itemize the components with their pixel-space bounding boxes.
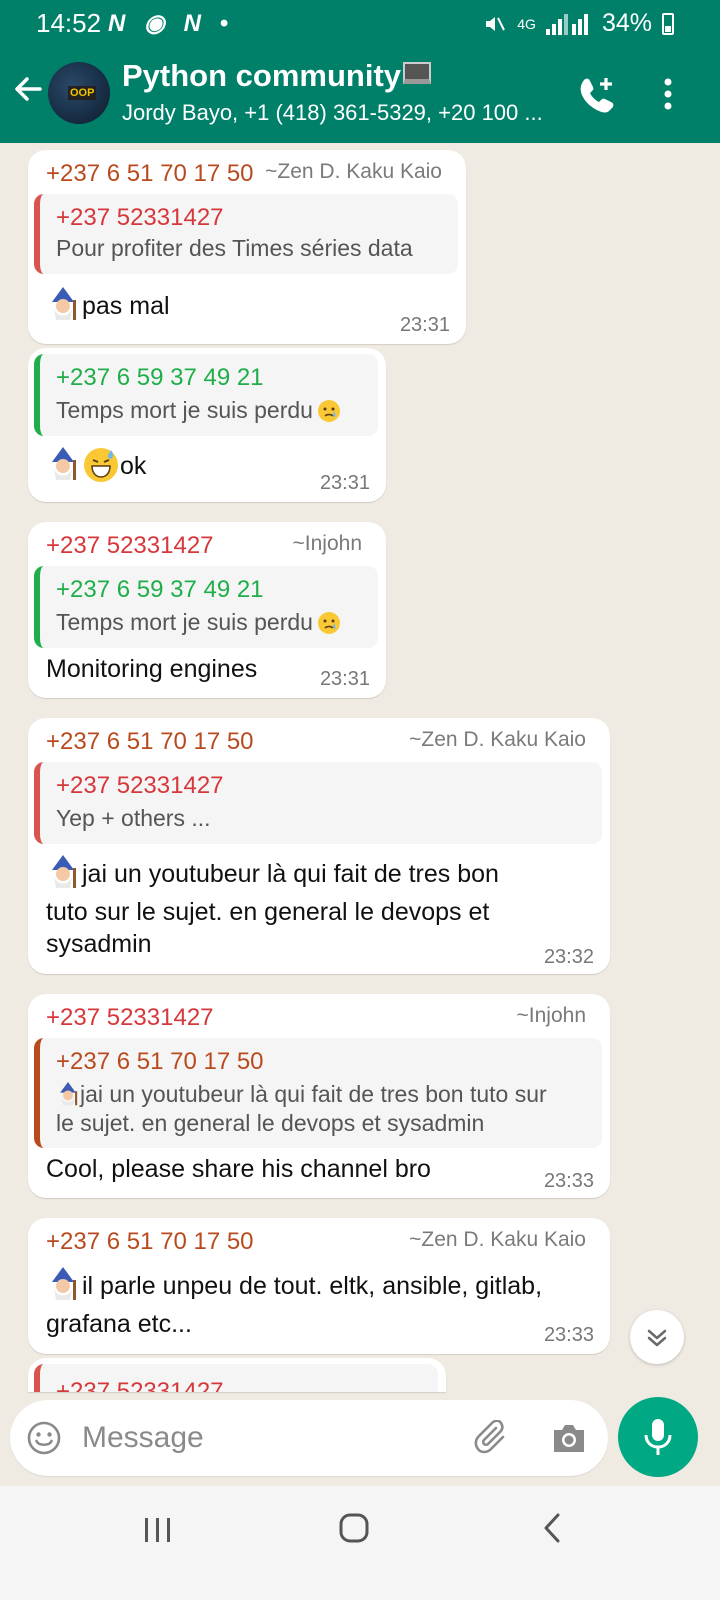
message-time: 23:33: [543, 1324, 594, 1346]
status-bar: 14:52 N ◉ N • 4G 34%: [0, 0, 720, 46]
quoted-message[interactable]: +237 52331427: [34, 1364, 438, 1392]
sender-name[interactable]: +237 6 51 70 17 50: [46, 160, 254, 188]
crying-face-icon: [317, 612, 340, 634]
quoted-message[interactable]: +237 6 59 37 49 21 Temps mort je suis pe…: [34, 354, 378, 436]
chat-header: 14:52 N ◉ N • 4G 34% OOP Python communit…: [0, 0, 720, 143]
quoted-text: Temps mort je suis perdu: [56, 396, 341, 425]
attach-icon[interactable]: [474, 1420, 512, 1458]
message-text: jai un youtubeur là qui fait de tres bon…: [46, 854, 499, 963]
emoji-icon[interactable]: [26, 1420, 62, 1456]
network-type: 4G: [517, 15, 536, 32]
quoted-text: jai un youtubeur là qui fait de tres bon…: [56, 1080, 547, 1138]
home-icon[interactable]: [336, 1510, 372, 1546]
message-bubble[interactable]: +237 6 59 37 49 21 Temps mort je suis pe…: [28, 348, 386, 502]
message-bubble[interactable]: +237 6 51 70 17 50 ~Zen D. Kaku Kaio +23…: [28, 718, 610, 974]
quoted-sender: +237 6 59 37 49 21: [56, 364, 264, 391]
quoted-sender: +237 52331427: [56, 772, 224, 799]
message-time: 23:31: [319, 668, 370, 690]
recent-apps-icon[interactable]: [140, 1514, 176, 1548]
message-time: 23:32: [543, 946, 594, 968]
message-composer: Message: [10, 1400, 608, 1476]
message-text: pas mal: [46, 286, 170, 325]
message-body-line1: jai un youtubeur là qui fait de tres bon: [82, 860, 499, 888]
wizard-emoji-icon: [46, 446, 80, 482]
sender-name[interactable]: +237 6 51 70 17 50: [46, 728, 254, 756]
message-bubble[interactable]: +237 52331427 ~Injohn +237 6 59 37 49 21…: [28, 522, 386, 698]
message-text: ok: [46, 446, 146, 485]
voice-message-button[interactable]: [618, 1397, 698, 1477]
avatar-label: OOP: [68, 86, 97, 100]
message-bubble[interactable]: +237 52331427: [28, 1358, 446, 1392]
signal-icon: [545, 13, 588, 35]
notification-icons: N ◉ N •: [108, 10, 235, 37]
sender-name[interactable]: +237 52331427: [46, 532, 214, 560]
quoted-sender: +237 52331427: [56, 1378, 224, 1392]
quoted-text-body: Temps mort je suis perdu: [56, 609, 313, 635]
group-title[interactable]: Python community: [122, 58, 432, 94]
sender-alias: ~Injohn: [516, 1004, 586, 1027]
message-body: pas mal: [82, 292, 170, 320]
mute-icon: [486, 16, 506, 31]
camera-icon[interactable]: [550, 1420, 588, 1456]
microphone-icon: [644, 1419, 672, 1455]
quoted-message[interactable]: +237 52331427 Yep + others ...: [34, 762, 602, 844]
grinning-sweat-icon: [84, 448, 118, 482]
quoted-sender: +237 6 51 70 17 50: [56, 1048, 264, 1075]
status-time: 14:52: [36, 8, 102, 38]
double-chevron-down-icon: [647, 1329, 667, 1347]
message-body-line1: il parle unpeu de tout. eltk, ansible, g…: [82, 1272, 543, 1300]
sender-alias: ~Zen D. Kaku Kaio: [409, 728, 586, 751]
message-text: Monitoring engines: [46, 655, 258, 683]
message-text: il parle unpeu de tout. eltk, ansible, g…: [46, 1266, 542, 1343]
group-avatar[interactable]: OOP: [48, 62, 110, 124]
nav-back-icon[interactable]: [538, 1510, 566, 1546]
scroll-to-bottom-button[interactable]: [630, 1310, 684, 1364]
wizard-emoji-icon: [60, 1082, 78, 1106]
message-time: 23:33: [543, 1170, 594, 1192]
quoted-text-body: Temps mort je suis perdu: [56, 397, 313, 423]
battery-percent: 34%: [601, 9, 652, 37]
status-right: 4G 34%: [483, 9, 674, 38]
quoted-sender: +237 52331427: [56, 204, 224, 231]
quoted-text: Temps mort je suis perdu: [56, 608, 341, 637]
message-bubble[interactable]: +237 6 51 70 17 50 ~Zen D. Kaku Kaio +23…: [28, 150, 466, 344]
system-nav-bar: [0, 1486, 720, 1600]
message-text: Cool, please share his channel bro: [46, 1155, 431, 1183]
message-body-line2: grafana etc...: [46, 1310, 192, 1338]
group-title-text: Python community: [122, 58, 402, 93]
quoted-text: Pour profiter des Times séries data: [56, 235, 413, 261]
sender-alias: ~Zen D. Kaku Kaio: [409, 1228, 586, 1251]
message-line: il parle unpeu de tout. eltk, ansible, g…: [46, 1266, 542, 1305]
wizard-emoji-icon: [46, 854, 80, 890]
message-line: jai un youtubeur là qui fait de tres bon: [46, 854, 499, 893]
quoted-text-line2: le sujet. en general le devops et sysadm…: [56, 1110, 485, 1136]
group-members[interactable]: Jordy Bayo, +1 (418) 361-5329, +20 100 .…: [122, 100, 552, 126]
quoted-message[interactable]: +237 6 51 70 17 50 jai un youtubeur là q…: [34, 1038, 602, 1148]
sender-alias: ~Injohn: [292, 532, 362, 555]
quoted-text-line1: jai un youtubeur là qui fait de tres bon…: [80, 1081, 547, 1107]
message-body: ok: [120, 452, 147, 480]
message-bubble[interactable]: +237 6 51 70 17 50 ~Zen D. Kaku Kaio il …: [28, 1218, 610, 1354]
quoted-line: jai un youtubeur là qui fait de tres bon…: [56, 1080, 547, 1109]
quoted-message[interactable]: +237 52331427 Pour profiter des Times sé…: [34, 194, 458, 274]
laptop-emoji-icon: [403, 62, 432, 84]
sender-name[interactable]: +237 6 51 70 17 50: [46, 1228, 254, 1256]
quoted-message[interactable]: +237 6 59 37 49 21 Temps mort je suis pe…: [34, 566, 378, 648]
sender-alias: ~Zen D. Kaku Kaio: [265, 160, 442, 183]
sender-name[interactable]: +237 52331427: [46, 1004, 214, 1032]
quoted-text: Yep + others ...: [56, 805, 211, 831]
wizard-emoji-icon: [46, 1266, 80, 1302]
message-bubble[interactable]: +237 52331427 ~Injohn +237 6 51 70 17 50…: [28, 994, 610, 1198]
message-time: 23:31: [319, 472, 370, 494]
quoted-sender: +237 6 59 37 49 21: [56, 576, 264, 603]
wizard-emoji-icon: [46, 286, 80, 322]
battery-icon: [662, 12, 674, 35]
message-time: 23:31: [399, 314, 450, 336]
back-arrow-icon[interactable]: [12, 72, 44, 112]
message-input[interactable]: Message: [82, 1421, 204, 1455]
more-options-icon[interactable]: [656, 76, 680, 112]
add-call-icon[interactable]: [576, 74, 616, 114]
crying-face-icon: [317, 400, 340, 422]
